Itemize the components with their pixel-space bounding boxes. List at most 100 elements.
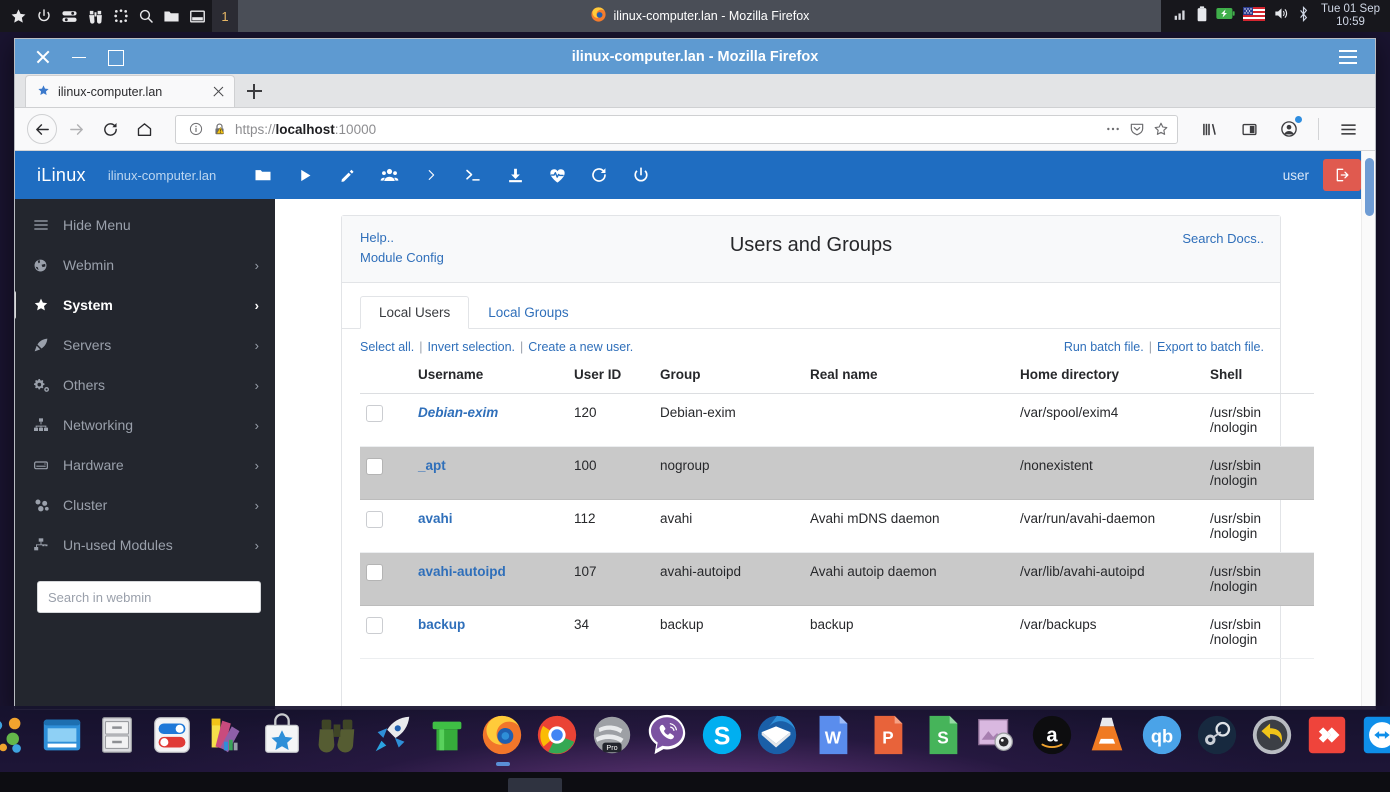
chevron-right-icon[interactable]	[410, 151, 452, 199]
tab-local-groups[interactable]: Local Groups	[469, 296, 587, 329]
signal-bars-icon[interactable]	[1173, 7, 1188, 26]
invert-selection-link[interactable]: Invert selection.	[427, 340, 515, 354]
webmin-brand[interactable]: iLinux	[37, 165, 86, 186]
heartbeat-icon[interactable]	[536, 151, 578, 199]
file-cabinet-icon[interactable]	[94, 712, 142, 760]
binoculars-icon[interactable]	[87, 8, 104, 25]
username-link[interactable]: backup	[418, 617, 465, 632]
row-checkbox[interactable]	[366, 511, 383, 528]
table-row[interactable]: _apt 100 nogroup/nonexistent/usr/sbin/nolo…	[360, 446, 1314, 500]
taskbar-window-button[interactable]	[508, 778, 562, 792]
firefox-icon[interactable]	[479, 712, 527, 766]
sidebar-item-webmin[interactable]: Webmin ›	[15, 245, 275, 285]
tab-local-users[interactable]: Local Users	[360, 296, 470, 329]
settings-toggles-icon[interactable]	[149, 712, 197, 760]
apps-grid-icon[interactable]	[113, 8, 129, 24]
battery-icon[interactable]	[1196, 5, 1208, 27]
amazon-icon[interactable]: a	[1029, 712, 1077, 760]
play-icon[interactable]	[284, 151, 326, 199]
active-window-title[interactable]: ilinux-computer.lan - Mozilla Firefox	[238, 0, 1161, 32]
account-icon[interactable]	[1274, 114, 1304, 144]
module-config-link[interactable]: Module Config	[360, 248, 1262, 268]
software-store-icon[interactable]	[259, 712, 307, 760]
sidebar-icon[interactable]	[1234, 114, 1264, 144]
page-scrollbar[interactable]	[1361, 151, 1375, 709]
battery-charging-icon[interactable]	[1216, 7, 1235, 25]
row-checkbox[interactable]	[366, 564, 383, 581]
power-icon[interactable]	[620, 151, 662, 199]
thunderbird-icon[interactable]	[754, 712, 802, 760]
ellipsis-icon[interactable]	[1104, 121, 1121, 138]
url-bar[interactable]: https://localhost:10000	[175, 114, 1178, 144]
run-batch-file-link[interactable]: Run batch file.	[1064, 340, 1144, 354]
folder-icon[interactable]	[242, 151, 284, 199]
username-link[interactable]: _apt	[418, 458, 446, 473]
table-row[interactable]: backup 34 backup backup/var/backups/usr/sbi…	[360, 605, 1314, 659]
app-menu-icon[interactable]	[1333, 114, 1363, 144]
search-docs-link[interactable]: Search Docs..	[1182, 229, 1264, 249]
binoculars-icon[interactable]	[314, 712, 362, 760]
star-outline-icon[interactable]	[1152, 121, 1169, 138]
us-flag-icon[interactable]	[1242, 6, 1265, 26]
sidebar-item-networking[interactable]: Networking ›	[15, 405, 275, 445]
sidebar-toggle-hide-menu[interactable]: Hide Menu	[15, 205, 275, 245]
row-checkbox[interactable]	[366, 458, 383, 475]
window-manager-icon[interactable]	[39, 712, 87, 760]
chrome-icon[interactable]	[534, 712, 582, 760]
maximize-icon[interactable]	[107, 49, 124, 66]
clock[interactable]: Tue 01 Sep 10:59	[1317, 3, 1380, 29]
anydesk-icon[interactable]	[1304, 712, 1352, 760]
table-row[interactable]: avahi-autoipd 107 avahi-autoipd Avahi autoi…	[360, 552, 1314, 606]
steam-icon[interactable]	[1194, 712, 1242, 760]
green-pipe-icon[interactable]	[424, 712, 472, 760]
photo-webcam-icon[interactable]	[974, 712, 1022, 760]
star-icon[interactable]	[10, 8, 27, 25]
bubbles-icon[interactable]	[0, 712, 32, 760]
select-all-link[interactable]: Select all.	[360, 340, 414, 354]
opera-pro-icon[interactable]: Pro	[589, 712, 637, 760]
window-icon[interactable]	[189, 8, 206, 25]
close-icon[interactable]	[35, 49, 51, 65]
volume-icon[interactable]	[1273, 6, 1290, 26]
search-icon[interactable]	[138, 8, 154, 24]
word-processor-icon[interactable]: W	[809, 712, 857, 760]
terminal-icon[interactable]	[452, 151, 494, 199]
folder-icon[interactable]	[163, 8, 180, 25]
sidebar-item-servers[interactable]: Servers ›	[15, 325, 275, 365]
teamviewer-icon[interactable]	[1359, 712, 1390, 760]
vlc-icon[interactable]	[1084, 712, 1132, 760]
skype-icon[interactable]: S	[699, 712, 747, 760]
create-new-user-link[interactable]: Create a new user.	[528, 340, 633, 354]
lock-warning-icon[interactable]	[211, 121, 228, 138]
power-icon[interactable]	[36, 8, 52, 24]
sidebar-item-hardware[interactable]: Hardware ›	[15, 445, 275, 485]
sidebar-item-others[interactable]: Others ›	[15, 365, 275, 405]
page-scrollbar-thumb[interactable]	[1365, 158, 1374, 216]
table-row[interactable]: Debian-exim 120 Debian-exim/var/spool/exim…	[360, 393, 1314, 447]
sidebar-item-un-used-modules[interactable]: Un-used Modules ›	[15, 525, 275, 565]
sliders-icon[interactable]	[61, 8, 78, 25]
tab-close-icon[interactable]	[211, 84, 226, 99]
home-icon[interactable]	[129, 114, 159, 144]
username-link[interactable]: Debian-exim	[418, 405, 498, 420]
table-row[interactable]: avahi 112 avahi Avahi mDNS daemon/var/run/a…	[360, 499, 1314, 553]
viber-icon[interactable]	[644, 712, 692, 760]
row-checkbox[interactable]	[366, 405, 383, 422]
minimize-icon[interactable]	[71, 49, 87, 65]
color-palette-icon[interactable]	[204, 712, 252, 760]
presentation-icon[interactable]: P	[864, 712, 912, 760]
users-icon[interactable]	[368, 151, 410, 199]
spreadsheet-icon[interactable]: S	[919, 712, 967, 760]
refresh-icon[interactable]	[578, 151, 620, 199]
hamburger-menu-icon[interactable]	[1339, 49, 1357, 64]
download-icon[interactable]	[494, 151, 536, 199]
bluetooth-icon[interactable]	[1298, 5, 1309, 27]
qbittorrent-icon[interactable]: qb	[1139, 712, 1187, 760]
info-circle-icon[interactable]	[187, 121, 204, 138]
new-tab-button[interactable]	[239, 75, 269, 107]
reload-icon[interactable]	[95, 114, 125, 144]
username-link[interactable]: avahi-autoipd	[418, 564, 506, 579]
help-link[interactable]: Help..	[360, 228, 1262, 248]
username-link[interactable]: avahi	[418, 511, 453, 526]
pencil-icon[interactable]	[326, 151, 368, 199]
